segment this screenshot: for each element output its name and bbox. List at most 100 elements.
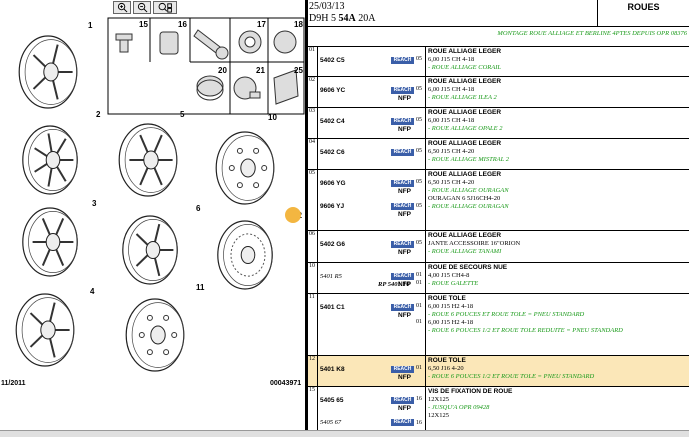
row-divider xyxy=(425,231,426,262)
quantity: 01 xyxy=(416,319,422,325)
part-reference: 5401 C1 xyxy=(320,304,345,311)
zoom-out-button[interactable] xyxy=(133,1,151,14)
row-index: 01 xyxy=(308,47,318,76)
row-divider xyxy=(425,77,426,107)
table-row[interactable]: 02 ROUE ALLIAGE LEGER 6,00 J15 CH 4-18- RO… xyxy=(308,76,689,107)
table-row[interactable]: 03 ROUE ALLIAGE LEGER 6,00 J15 CH 4-18- RO… xyxy=(308,107,689,138)
zoom-in-icon xyxy=(117,2,127,13)
description-line: 6,50 J15 CH 4-20 xyxy=(428,148,475,155)
callout-label[interactable]: 11 xyxy=(196,283,205,292)
description-line: ROUE TOLE xyxy=(428,357,466,364)
section-title: MONTAGE ROUE ALLIAGE ET BERLINE 4PTES DE… xyxy=(497,30,687,37)
quantity: 05 xyxy=(416,179,422,185)
nut-icon xyxy=(238,30,262,54)
description-line: 12X125 xyxy=(428,412,449,419)
socket-icon xyxy=(159,31,179,55)
table-row[interactable]: 10 ROUE DE SECOURS NUE 4,00 J15 CH4-8- ROU… xyxy=(308,262,689,293)
description-line: OURAGAN 6 5J16CH4-20 xyxy=(428,195,501,202)
row-index: 02 xyxy=(308,77,318,107)
callout-label[interactable]: 1 xyxy=(88,21,93,30)
model-suffix: 20A xyxy=(355,13,376,24)
description-line: ROUE ALLIAGE LEGER xyxy=(428,109,502,116)
description-line: - ROUE 6 POUCES ET ROUE TOLE = PNEU STAN… xyxy=(428,311,585,318)
quantity: 01 xyxy=(416,303,422,309)
inset-label[interactable]: 18 xyxy=(294,20,303,29)
wheel-diagram: 123456111012 15161718202125 xyxy=(15,17,305,372)
reach-badge: REACH xyxy=(391,241,414,248)
inset-label[interactable]: 25 xyxy=(294,66,303,75)
description-line: - ROUE ALLIAGE CORAIL xyxy=(428,64,502,71)
description-line: JANTE ACCESSOIRE 16"ORION xyxy=(428,240,521,247)
parts-panel: 25/03/13 D9H 5 54A 20A ROUES MONTAGE ROU… xyxy=(308,0,689,437)
zoom-fit-button[interactable] xyxy=(153,1,177,14)
part-reference: 9606 YJ xyxy=(320,203,345,210)
callout-label[interactable]: 6 xyxy=(196,204,201,213)
inset-label[interactable]: 15 xyxy=(139,20,148,29)
quantity: 05 xyxy=(416,86,422,92)
row-divider xyxy=(425,139,426,169)
nfp-label: NFP xyxy=(398,211,411,218)
description-line: - ROUE 6 POUCES 1/2 ET ROUE TOLE REDUITE… xyxy=(428,327,623,334)
reach-badge: REACH xyxy=(391,57,414,64)
row-index: 12 xyxy=(308,356,318,386)
wheel-drawing xyxy=(18,35,78,109)
quantity: 05 xyxy=(416,240,422,246)
description-line: ROUE ALLIAGE LEGER xyxy=(428,140,502,147)
inset-label[interactable]: 21 xyxy=(256,66,265,75)
part-reference: 5405 65 xyxy=(320,397,344,404)
table-row[interactable]: 12 ROUE TOLE 6,50 J16 4-20- ROUE 6 POUCES … xyxy=(308,355,689,386)
nfp-label: NFP xyxy=(398,249,411,256)
row-index: 05 xyxy=(308,170,318,230)
wheel-drawing xyxy=(15,293,75,367)
lock-bolt-icon xyxy=(233,76,261,100)
row-index: 11 xyxy=(308,294,318,355)
zoom-in-button[interactable] xyxy=(113,1,131,14)
bolt-icon xyxy=(115,33,133,53)
callout-label[interactable]: 10 xyxy=(268,113,277,122)
inset-label[interactable]: 16 xyxy=(178,20,187,29)
description-line: - ROUE ALLIAGE OPALE 2 xyxy=(428,125,503,132)
reach-badge: REACH xyxy=(391,87,414,94)
inset-label[interactable]: 17 xyxy=(257,20,266,29)
inset-label[interactable]: 20 xyxy=(218,66,227,75)
quantity: 01 xyxy=(416,280,422,286)
table-row[interactable]: 04 ROUE ALLIAGE LEGER 6,50 J15 CH 4-20- RO… xyxy=(308,138,689,169)
wheel-drawing xyxy=(118,123,178,197)
cylinder-icon xyxy=(196,75,224,101)
replacement-reference: RP 5401 T0 xyxy=(378,281,410,288)
callout-label[interactable]: 5 xyxy=(180,110,185,119)
row-divider xyxy=(425,263,426,293)
reach-badge: REACH xyxy=(391,203,414,210)
diagram-reference: 00043971 xyxy=(270,380,302,387)
diagram-toolbar xyxy=(113,1,177,15)
description-line: - ROUE GALETTE xyxy=(428,280,479,287)
callout-label[interactable]: 2 xyxy=(96,110,101,119)
quantity: 05 xyxy=(416,56,422,62)
callout-label[interactable]: 3 xyxy=(92,199,97,208)
row-index: 04 xyxy=(308,139,318,169)
quantity: 16 xyxy=(416,396,422,402)
description-line: 6,00 J15 CH 4-18 xyxy=(428,56,475,63)
header-model: D9H 5 54A 20A xyxy=(309,13,375,24)
table-row[interactable]: 05 ROUE ALLIAGE LEGER 6,50 J15 CH 4-20- RO… xyxy=(308,169,689,230)
quantity: 01 xyxy=(416,365,422,371)
reach-badge: REACH xyxy=(391,419,414,426)
description-line: ROUE ALLIAGE LEGER xyxy=(428,78,502,85)
callout-highlight xyxy=(285,207,301,223)
nfp-label: NFP xyxy=(398,126,411,133)
row-index: 03 xyxy=(308,108,318,138)
table-row[interactable]: 11 ROUE TOLE 6,00 J15 H2 4-18- ROUE 6 POUC… xyxy=(308,293,689,355)
wheel-drawing xyxy=(215,131,275,205)
table-row[interactable]: 01 ROUE ALLIAGE LEGER 6,00 J15 CH 4-18- RO… xyxy=(308,46,689,76)
callout-label[interactable]: 4 xyxy=(90,287,95,296)
wheel-drawing xyxy=(217,220,273,290)
table-row[interactable]: 15 VIS DE FIXATION DE ROUE 12X125- JUSQU'A… xyxy=(308,386,689,430)
table-row[interactable]: 06 ROUE ALLIAGE LEGER JANTE ACCESSOIRE 16"… xyxy=(308,230,689,262)
reach-badge: REACH xyxy=(391,304,414,311)
parts-header: 25/03/13 D9H 5 54A 20A ROUES xyxy=(308,0,689,27)
quantity: 05 xyxy=(416,148,422,154)
row-divider xyxy=(425,170,426,230)
wheel-drawing xyxy=(125,298,185,372)
description-line: VIS DE FIXATION DE ROUE xyxy=(428,388,513,395)
description-line: 12X125 xyxy=(428,396,449,403)
